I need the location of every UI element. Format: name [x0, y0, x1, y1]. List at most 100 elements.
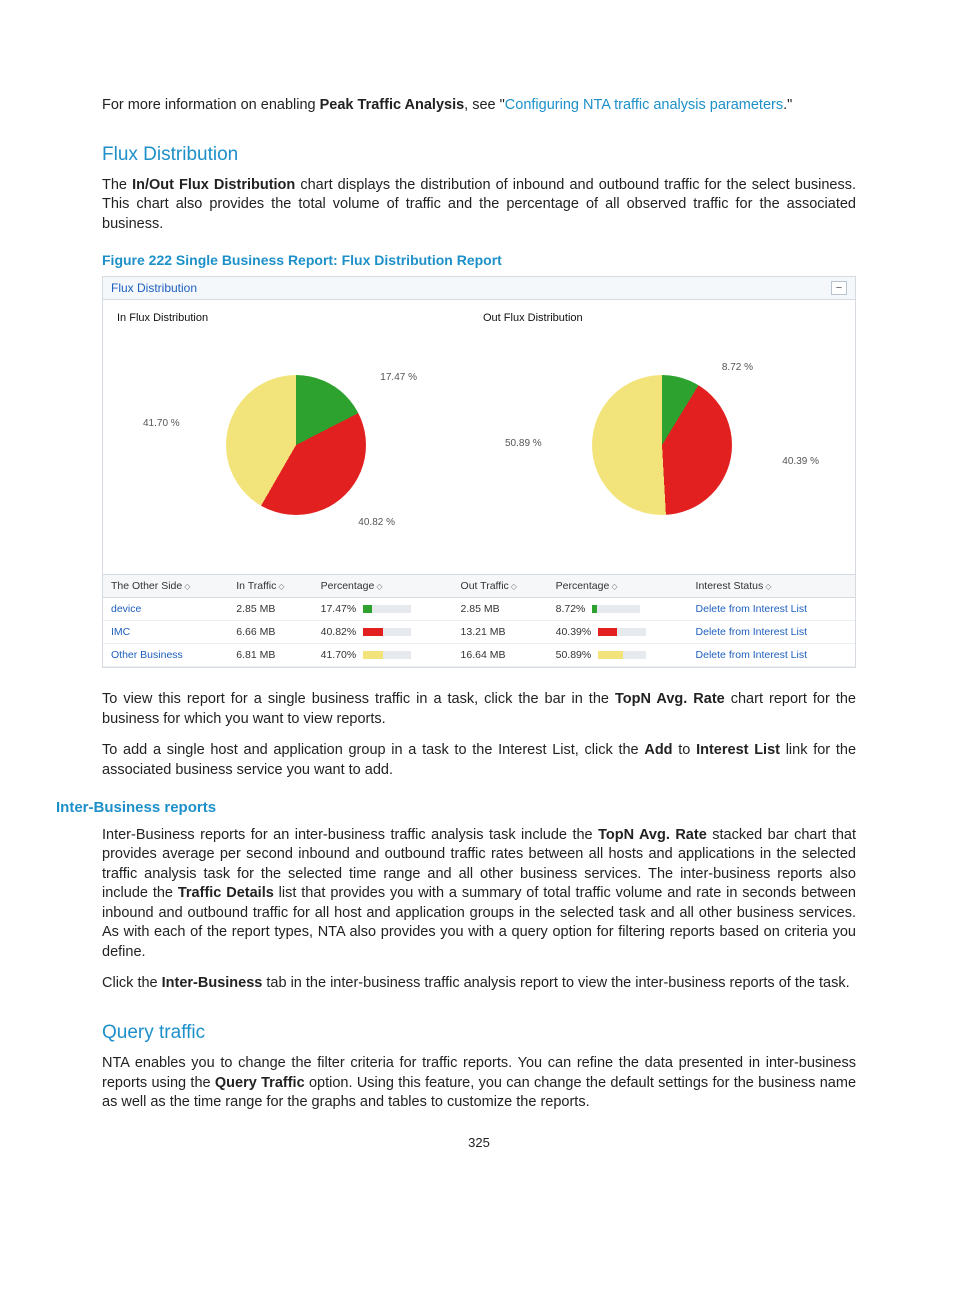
bar-fill	[598, 628, 617, 636]
bold-text: Traffic Details	[178, 885, 274, 901]
out-chart-title: Out Flux Distribution	[479, 310, 845, 340]
sort-icon: ◇	[184, 582, 190, 591]
sort-icon: ◇	[611, 582, 617, 591]
inter-paragraph-1: Inter-Business reports for an inter-busi…	[102, 826, 856, 963]
query-paragraph: NTA enables you to change the filter cri…	[102, 1054, 856, 1113]
collapse-button[interactable]: −	[831, 281, 847, 295]
in-pie-wrap: 17.47 % 40.82 % 41.70 %	[113, 340, 479, 550]
figure-caption: Figure 222 Single Business Report: Flux …	[102, 252, 856, 268]
table-header-row: The Other Side◇ In Traffic◇ Percentage◇ …	[103, 575, 855, 598]
table-row: Other Business 6.81 MB41.70% 16.64 MB50.8…	[103, 644, 855, 667]
row-out-percentage: 50.89%	[548, 644, 688, 667]
text: , see "	[464, 97, 505, 113]
col-other-side[interactable]: The Other Side◇	[103, 575, 228, 598]
bar-fill	[363, 628, 383, 636]
table-body: device2.85 MB17.47% 2.85 MB8.72% Delete …	[103, 598, 855, 667]
intro-paragraph: For more information on enabling Peak Tr…	[102, 96, 856, 116]
table-row: IMC 6.66 MB40.82% 13.21 MB40.39% Delete f…	[103, 621, 855, 644]
bold-text: Peak Traffic Analysis	[320, 97, 465, 113]
in-label-red: 40.82 %	[358, 517, 395, 528]
bar-bg	[592, 605, 640, 613]
in-label-green: 17.47 %	[380, 372, 417, 383]
bar-fill	[363, 605, 372, 613]
out-pie-chart	[592, 375, 732, 515]
row-out-percentage: 40.39%	[548, 621, 688, 644]
col-out-percentage[interactable]: Percentage◇	[548, 575, 688, 598]
bar-fill	[363, 651, 383, 659]
bold-text: TopN Avg. Rate	[615, 691, 725, 707]
row-status-link[interactable]: Delete from Interest List	[696, 603, 807, 615]
heading-query-traffic: Query traffic	[102, 1022, 856, 1044]
text: To view this report for a single busines…	[102, 691, 615, 707]
row-out-traffic: 13.21 MB	[453, 621, 548, 644]
bold-text: In/Out Flux Distribution	[132, 177, 295, 193]
flux-paragraph: The In/Out Flux Distribution chart displ…	[102, 176, 856, 235]
out-pie-wrap: 8.72 % 40.39 % 50.89 %	[479, 340, 845, 550]
col-in-traffic[interactable]: In Traffic◇	[228, 575, 312, 598]
link-configuring-nta[interactable]: Configuring NTA traffic analysis paramet…	[505, 97, 783, 113]
bar-bg	[363, 628, 411, 636]
row-out-traffic: 2.85 MB	[453, 598, 548, 621]
row-status-link[interactable]: Delete from Interest List	[696, 649, 807, 661]
row-in-percentage: 41.70%	[313, 644, 453, 667]
col-out-traffic[interactable]: Out Traffic◇	[453, 575, 548, 598]
row-in-percentage: 40.82%	[313, 621, 453, 644]
in-chart-cell: In Flux Distribution 17.47 % 40.82 % 41.…	[113, 310, 479, 550]
bar-bg	[598, 651, 646, 659]
sort-icon: ◇	[511, 582, 517, 591]
row-in-percentage: 17.47%	[313, 598, 453, 621]
table-row: device2.85 MB17.47% 2.85 MB8.72% Delete …	[103, 598, 855, 621]
row-name[interactable]: Other Business	[111, 649, 183, 661]
bold-text: Interest List	[696, 742, 780, 758]
text: Click the	[102, 975, 162, 991]
bar-bg	[598, 628, 646, 636]
col-interest-status[interactable]: Interest Status◇	[688, 575, 855, 598]
row-in-traffic: 2.85 MB	[228, 598, 312, 621]
sort-icon: ◇	[765, 582, 771, 591]
row-name[interactable]: device	[111, 603, 141, 615]
text: Inter-Business reports for an inter-busi…	[102, 827, 598, 843]
row-name[interactable]: IMC	[111, 626, 130, 638]
row-in-traffic: 6.81 MB	[228, 644, 312, 667]
inter-paragraph-2: Click the Inter-Business tab in the inte…	[102, 974, 856, 994]
page-number: 325	[102, 1135, 856, 1150]
text: to	[673, 742, 697, 758]
bar-fill	[598, 651, 622, 659]
row-out-traffic: 16.64 MB	[453, 644, 548, 667]
flux-report: Flux Distribution − In Flux Distribution…	[102, 276, 856, 668]
col-in-percentage[interactable]: Percentage◇	[313, 575, 453, 598]
bold-text: Inter-Business	[162, 975, 263, 991]
bar-bg	[363, 605, 411, 613]
out-label-yellow: 50.89 %	[505, 438, 542, 449]
bold-text: Add	[644, 742, 672, 758]
in-pie-chart	[226, 375, 366, 515]
report-header: Flux Distribution −	[103, 277, 855, 300]
out-label-red: 40.39 %	[782, 456, 819, 467]
text: To add a single host and application gro…	[102, 742, 644, 758]
report-title: Flux Distribution	[111, 281, 197, 295]
out-chart-cell: Out Flux Distribution 8.72 % 40.39 % 50.…	[479, 310, 845, 550]
add-paragraph: To add a single host and application gro…	[102, 741, 856, 780]
row-in-traffic: 6.66 MB	[228, 621, 312, 644]
bar-fill	[592, 605, 596, 613]
row-status-link[interactable]: Delete from Interest List	[696, 626, 807, 638]
flux-data-table: The Other Side◇ In Traffic◇ Percentage◇ …	[103, 574, 855, 667]
text: ."	[783, 97, 792, 113]
heading-inter-business: Inter-Business reports	[56, 799, 856, 816]
sort-icon: ◇	[278, 582, 284, 591]
out-label-green: 8.72 %	[722, 362, 753, 373]
in-chart-title: In Flux Distribution	[113, 310, 479, 340]
heading-flux-distribution: Flux Distribution	[102, 144, 856, 166]
text: For more information on enabling	[102, 97, 320, 113]
text: The	[102, 177, 132, 193]
sort-icon: ◇	[376, 582, 382, 591]
charts-row: In Flux Distribution 17.47 % 40.82 % 41.…	[103, 300, 855, 574]
document-page: For more information on enabling Peak Tr…	[0, 0, 954, 1296]
bold-text: TopN Avg. Rate	[598, 827, 707, 843]
text: tab in the inter-business traffic analys…	[262, 975, 849, 991]
row-out-percentage: 8.72%	[548, 598, 688, 621]
bold-text: Query Traffic	[215, 1075, 305, 1091]
in-label-yellow: 41.70 %	[143, 418, 180, 429]
bar-bg	[363, 651, 411, 659]
view-paragraph: To view this report for a single busines…	[102, 690, 856, 729]
